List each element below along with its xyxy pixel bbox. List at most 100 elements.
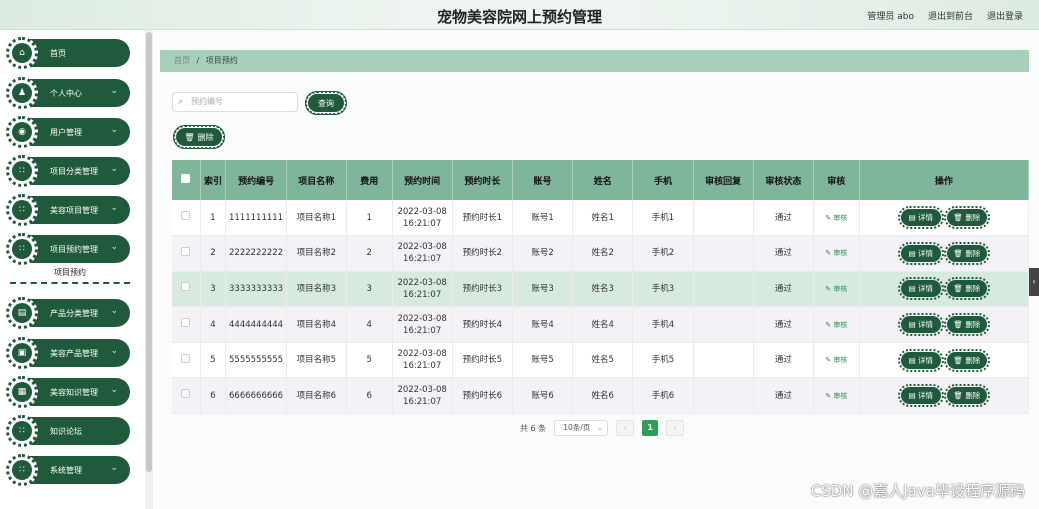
row-select-cell[interactable] bbox=[172, 377, 201, 415]
row-select-cell[interactable] bbox=[172, 271, 201, 308]
sidebar-item-2[interactable]: ♟ 个人中心 ⌄ bbox=[6, 77, 130, 109]
logout-link[interactable]: 退出登录 bbox=[987, 9, 1023, 22]
sidebar-item-7[interactable]: ▤ 产品分类管理 ⌄ bbox=[6, 297, 130, 329]
sidebar-item-8[interactable]: ▣ 美容产品管理 ⌄ bbox=[6, 337, 130, 369]
column-header[interactable]: 审核状态 bbox=[753, 160, 814, 200]
delete-button[interactable]: 🗑 删除 bbox=[943, 313, 990, 337]
column-header[interactable]: 索引 bbox=[200, 160, 227, 200]
cell-name: 项目名称1 bbox=[286, 200, 347, 237]
row-checkbox[interactable] bbox=[181, 318, 191, 328]
menu-gear-badge: ∷ bbox=[6, 155, 38, 187]
cell-time: 2022-03-08 16:21:07 bbox=[392, 271, 453, 308]
row-select-cell[interactable] bbox=[172, 306, 201, 343]
column-header[interactable]: 费用 bbox=[346, 160, 393, 200]
sidebar-item-10[interactable]: ∷ 知识论坛 bbox=[6, 415, 130, 447]
trash-icon: 🗑 bbox=[184, 132, 195, 142]
chevron-down-icon: ⌄ bbox=[110, 164, 118, 174]
sidebar-item-6[interactable]: ∷ 项目预约管理 ⌄ bbox=[6, 233, 130, 265]
sidebar-item-4[interactable]: ∷ 项目分类管理 ⌄ bbox=[6, 155, 130, 187]
breadcrumb-home[interactable]: 首页 bbox=[174, 56, 190, 65]
column-header[interactable]: 审核 bbox=[813, 160, 860, 200]
table-row[interactable]: 1 1111111111 项目名称1 1 2022-03-08 16:21:07 预约时长… bbox=[172, 200, 1030, 237]
row-checkbox[interactable] bbox=[181, 246, 191, 256]
cell-status: 通过 bbox=[753, 306, 814, 343]
audit-link[interactable]: ✎ 审核 bbox=[825, 214, 847, 222]
search-icon: ⌕ bbox=[178, 97, 184, 107]
audit-link-label: 审核 bbox=[833, 249, 848, 258]
row-select-cell[interactable] bbox=[172, 200, 201, 237]
cell-fee: 5 bbox=[346, 342, 393, 379]
sidebar-item-5[interactable]: ∷ 美容项目管理 ⌄ bbox=[6, 194, 130, 226]
select-all-cell[interactable] bbox=[172, 160, 201, 200]
operation-cell: ▤ 详情 🗑 删除 bbox=[859, 200, 1030, 237]
collapse-tab[interactable]: ‹ bbox=[1029, 268, 1039, 296]
cell-fee: 4 bbox=[346, 306, 393, 343]
column-header[interactable]: 预约时间 bbox=[392, 160, 453, 200]
batch-delete-button[interactable]: 🗑 删除 bbox=[173, 125, 225, 149]
prev-page-button[interactable]: ‹ bbox=[616, 420, 635, 436]
sidebar-item-3[interactable]: ◉ 用户管理 ⌄ bbox=[6, 116, 130, 148]
sidebar-scrollbar-thumb[interactable] bbox=[146, 32, 152, 472]
search-input[interactable]: ⌕ 预约编号 bbox=[172, 92, 298, 112]
sidebar-item-9[interactable]: ▦ 美容知识管理 ⌄ bbox=[6, 376, 130, 408]
query-button[interactable]: 查询 bbox=[305, 91, 347, 115]
column-header[interactable]: 审核回复 bbox=[693, 160, 754, 200]
delete-button[interactable]: 🗑 删除 bbox=[943, 384, 990, 408]
audit-link[interactable]: ✎ 审核 bbox=[825, 392, 847, 400]
audit-link[interactable]: ✎ 审核 bbox=[825, 285, 847, 293]
page-1-button[interactable]: 1 bbox=[642, 420, 659, 436]
row-select-cell[interactable] bbox=[172, 235, 201, 272]
column-header[interactable]: 姓名 bbox=[572, 160, 634, 200]
delete-button[interactable]: 🗑 删除 bbox=[943, 206, 990, 230]
select-all-checkbox[interactable] bbox=[181, 174, 191, 183]
detail-button[interactable]: ▤ 详情 bbox=[897, 313, 944, 337]
back-to-front-link[interactable]: 退出到前台 bbox=[928, 9, 973, 22]
delete-label: 删除 bbox=[965, 355, 981, 365]
audit-link[interactable]: ✎ 审核 bbox=[825, 321, 847, 329]
detail-button[interactable]: ▤ 详情 bbox=[897, 384, 944, 408]
chevron-down-icon: ⌄ bbox=[110, 463, 118, 473]
cell-status: 通过 bbox=[753, 200, 814, 237]
cell-reply bbox=[693, 200, 754, 237]
detail-button[interactable]: ▤ 详情 bbox=[897, 206, 944, 230]
row-checkbox[interactable] bbox=[181, 211, 191, 221]
table-row[interactable]: 5 5555555555 项目名称5 5 2022-03-08 16:21:07 预约时长… bbox=[172, 342, 1030, 379]
row-select-cell[interactable] bbox=[172, 342, 201, 379]
cell-phone: 手机3 bbox=[632, 271, 694, 308]
cell-name: 项目名称6 bbox=[286, 377, 347, 415]
row-checkbox[interactable] bbox=[181, 389, 191, 399]
column-header[interactable]: 操作 bbox=[859, 160, 1030, 200]
row-checkbox[interactable] bbox=[181, 353, 191, 363]
next-page-button[interactable]: › bbox=[666, 420, 685, 436]
audit-link[interactable]: ✎ 审核 bbox=[825, 356, 847, 364]
row-checkbox[interactable] bbox=[181, 282, 191, 292]
table-row[interactable]: 4 4444444444 项目名称4 4 2022-03-08 16:21:07 预约时长… bbox=[172, 306, 1030, 343]
column-header[interactable]: 预约编号 bbox=[225, 160, 287, 200]
delete-button[interactable]: 🗑 删除 bbox=[943, 348, 990, 372]
cell-name: 项目名称5 bbox=[286, 342, 347, 379]
column-header[interactable]: 账号 bbox=[512, 160, 574, 200]
audit-link[interactable]: ✎ 审核 bbox=[825, 249, 847, 257]
sidebar-item-label: 项目预约管理 bbox=[50, 245, 98, 254]
table-row[interactable]: 2 2222222222 项目名称2 2 2022-03-08 16:21:07 预约时长… bbox=[172, 235, 1030, 272]
detail-button[interactable]: ▤ 详情 bbox=[897, 348, 944, 372]
trash-icon: 🗑 bbox=[953, 355, 966, 365]
sidebar-item-1[interactable]: ⌂ 首页 bbox=[6, 37, 130, 69]
delete-button[interactable]: 🗑 删除 bbox=[943, 241, 990, 265]
column-header[interactable]: 预约时长 bbox=[452, 160, 513, 200]
detail-button[interactable]: ▤ 详情 bbox=[897, 241, 944, 265]
column-header[interactable]: 项目名称 bbox=[286, 160, 347, 200]
page-size-select[interactable]: 10条/页 ⌄ bbox=[554, 420, 609, 436]
cell-code: 6666666666 bbox=[225, 377, 287, 415]
sidebar-scrollbar[interactable] bbox=[145, 30, 153, 509]
cell-person: 姓名6 bbox=[572, 377, 634, 415]
table-row[interactable]: 6 6666666666 项目名称6 6 2022-03-08 16:21:07 预约时长… bbox=[172, 377, 1030, 415]
sidebar-item-11[interactable]: ∷ 系统管理 ⌄ bbox=[6, 454, 130, 486]
delete-button[interactable]: 🗑 删除 bbox=[943, 277, 990, 301]
sidebar-item-label: 知识论坛 bbox=[50, 427, 82, 436]
submenu-item-appointment[interactable]: 项目预约 bbox=[10, 266, 130, 284]
delete-label: 删除 bbox=[965, 248, 981, 258]
detail-button[interactable]: ▤ 详情 bbox=[897, 277, 944, 301]
table-row[interactable]: 3 3333333333 项目名称3 3 2022-03-08 16:21:07 预约时长… bbox=[172, 271, 1030, 308]
column-header[interactable]: 手机 bbox=[632, 160, 694, 200]
